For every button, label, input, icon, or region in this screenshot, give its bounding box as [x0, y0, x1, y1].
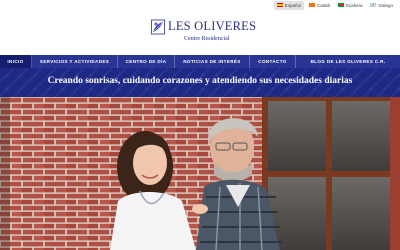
lang-label: Español — [284, 2, 301, 8]
nav-item-servicios[interactable]: SERVICIOS Y ACTIVIDADES — [32, 55, 118, 68]
nav-item-centro-de-dia[interactable]: CENTRO DE DÍA — [118, 55, 175, 68]
nav-item-inicio[interactable]: INICIO — [0, 55, 32, 68]
site-logo[interactable]: LES OLIVERES Centre Residencial — [151, 17, 256, 47]
language-selector: Español Català Euskera Galego — [273, 0, 400, 10]
caregiver-with-elderly-man-photo-icon — [0, 97, 400, 250]
nav-item-blog[interactable]: BLOG DE LES OLIVERES C.R. — [296, 55, 400, 68]
tagline-text: Creando sonrisas, cuidando corazones y a… — [47, 76, 353, 86]
hero-image — [0, 97, 400, 250]
brand-title: LES OLIVERES — [168, 19, 257, 33]
flag-eu-icon — [337, 3, 344, 7]
nav-item-noticias[interactable]: NOTICIAS DE INTERÉS — [175, 55, 250, 68]
main-navigation: INICIO SERVICIOS Y ACTIVIDADES CENTRO DE… — [0, 55, 400, 68]
flag-ca-icon — [308, 3, 315, 7]
flag-gl-icon — [370, 3, 377, 7]
lang-eu[interactable]: Euskera — [335, 1, 366, 10]
lang-label: Galego — [378, 2, 393, 8]
flag-es-icon — [276, 3, 283, 7]
lang-ca[interactable]: Català — [306, 1, 333, 10]
brand-subtitle: Centre Residencial — [184, 36, 230, 42]
tagline-banner: Creando sonrisas, cuidando corazones y a… — [0, 68, 400, 97]
nav-item-contacto[interactable]: CONTACTO — [250, 55, 296, 68]
lang-es[interactable]: Español — [273, 0, 304, 10]
lang-label: Euskera — [345, 2, 363, 8]
lang-label: Català — [316, 2, 330, 8]
lang-gl[interactable]: Galego — [367, 1, 396, 10]
olive-leaf-logo-icon — [151, 19, 165, 35]
